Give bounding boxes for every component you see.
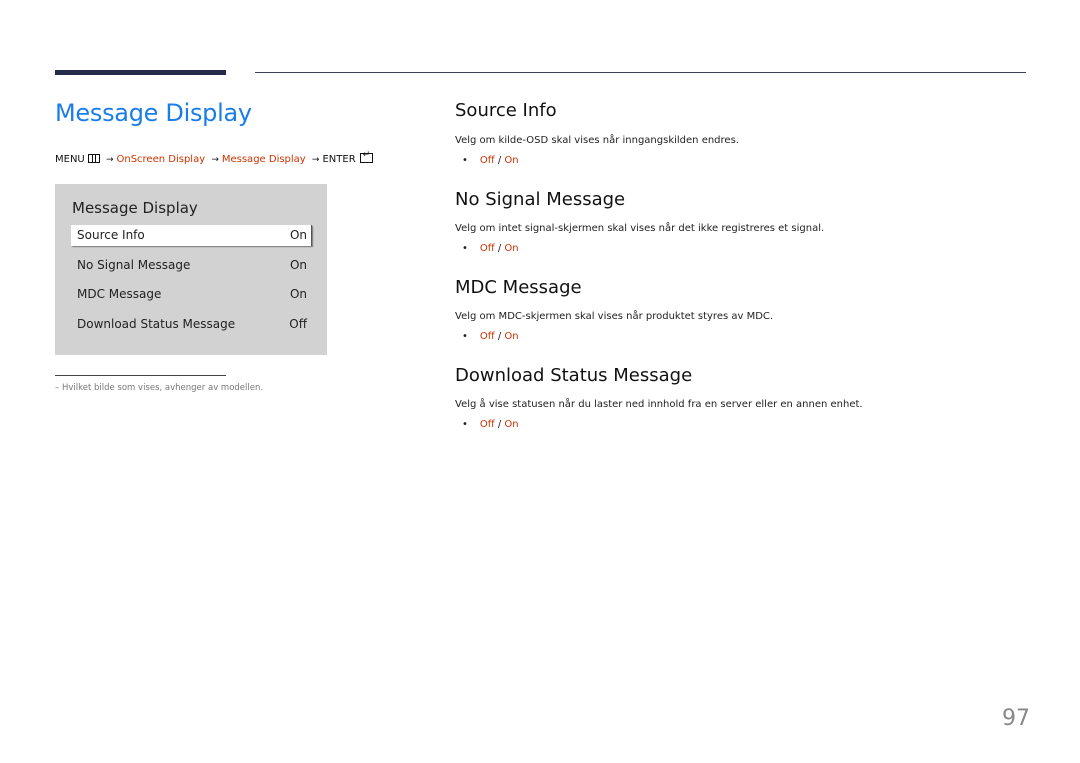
section-options: • Off / On xyxy=(462,243,519,254)
menu-icon xyxy=(87,154,100,163)
option-on: On xyxy=(504,331,519,342)
section-desc: Velg om MDC-skjermen skal vises når prod… xyxy=(455,311,774,322)
section-heading-no-signal-message: No Signal Message xyxy=(455,189,626,210)
osd-row-download-status-message[interactable]: Download Status Message Off xyxy=(71,314,311,335)
osd-row-no-signal-message[interactable]: No Signal Message On xyxy=(71,255,311,276)
option-off: Off xyxy=(479,155,495,166)
osd-row-value: Off xyxy=(289,317,307,331)
arrow-icon: → xyxy=(211,155,219,165)
osd-row-label: MDC Message xyxy=(77,287,162,301)
section-heading-source-info: Source Info xyxy=(455,100,557,121)
osd-row-label: Download Status Message xyxy=(77,317,236,331)
section-desc: Velg om intet signal-skjermen skal vises… xyxy=(455,223,825,234)
bullet-icon: • xyxy=(462,331,468,342)
bullet-icon: • xyxy=(462,419,468,430)
osd-row-value: On xyxy=(289,258,307,272)
header-bar-thick xyxy=(55,70,226,75)
enter-icon xyxy=(359,150,373,163)
option-on: On xyxy=(504,243,519,254)
option-separator: / xyxy=(494,419,505,430)
section-options: • Off / On xyxy=(462,155,519,166)
bullet-icon: • xyxy=(462,243,468,254)
osd-row-label: Source Info xyxy=(77,228,145,242)
section-options: • Off / On xyxy=(462,331,519,342)
arrow-icon: → xyxy=(311,155,320,165)
breadcrumb-onscreen-display: OnScreen Display xyxy=(116,154,206,165)
arrow-icon: → xyxy=(105,155,114,165)
option-separator: / xyxy=(494,331,505,342)
section-options: • Off / On xyxy=(462,419,519,430)
osd-row-value: On xyxy=(289,228,307,242)
breadcrumb-menu: MENU xyxy=(55,154,85,165)
osd-row-source-info[interactable]: Source Info On xyxy=(71,225,312,246)
osd-row-label: No Signal Message xyxy=(77,258,191,272)
option-separator: / xyxy=(494,243,505,254)
osd-row-mdc-message[interactable]: MDC Message On xyxy=(71,284,311,305)
footnote-divider xyxy=(55,375,226,376)
option-off: Off xyxy=(479,419,495,430)
header-rule xyxy=(255,72,1026,73)
option-off: Off xyxy=(479,331,495,342)
option-off: Off xyxy=(479,243,495,254)
option-separator: / xyxy=(494,155,505,166)
osd-title: Message Display xyxy=(72,199,198,217)
section-desc: Velg å vise statusen når du laster ned i… xyxy=(455,399,863,410)
osd-menu-panel: Message Display Source Info On No Signal… xyxy=(55,184,327,355)
section-heading-mdc-message: MDC Message xyxy=(455,277,582,298)
breadcrumb-enter: ENTER xyxy=(322,154,356,165)
page-number: 97 xyxy=(1002,706,1030,731)
section-heading-download-status-message: Download Status Message xyxy=(455,365,693,386)
footnote: – Hvilket bilde som vises, avhenger av m… xyxy=(55,383,264,393)
breadcrumb: MENU → OnScreen Display → Message Display … xyxy=(55,150,373,165)
breadcrumb-message-display: Message Display xyxy=(221,154,306,165)
section-desc: Velg om kilde-OSD skal vises når inngang… xyxy=(455,135,739,146)
osd-row-value: On xyxy=(289,287,307,301)
option-on: On xyxy=(504,419,519,430)
option-on: On xyxy=(504,155,519,166)
page-title: Message Display xyxy=(55,99,252,127)
bullet-icon: • xyxy=(462,155,468,166)
